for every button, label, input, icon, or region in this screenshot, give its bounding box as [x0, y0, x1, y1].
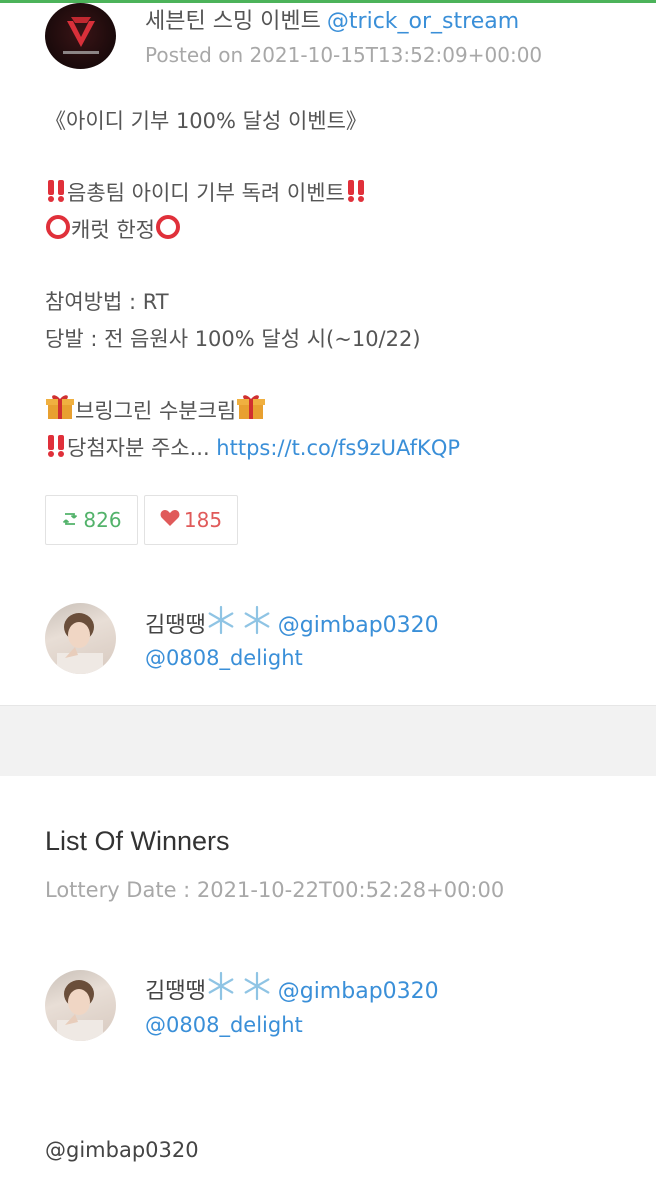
author-name[interactable]: 세븐틴 스밍 이벤트 [145, 9, 321, 34]
participant-name-line: 김땡땡 @gimbap0320 [145, 605, 439, 641]
tweet-line: 참여방법 : RT [45, 290, 169, 314]
tweet-line: 브링그린 수분크림 [45, 393, 635, 430]
winner-avatar[interactable] [45, 970, 116, 1041]
snowflake-icon [242, 605, 272, 641]
author-handle[interactable]: @trick_or_stream [327, 9, 519, 34]
tweet-card: 세븐틴 스밍 이벤트 @trick_or_stream Posted on 202… [0, 3, 656, 706]
like-count: 185 [183, 508, 223, 532]
author-avatar[interactable] [45, 3, 116, 69]
posted-date: Posted on 2021-10-15T13:52:09+00:00 [145, 43, 543, 67]
tweet-line: 《아이디 기부 100% 달성 이벤트》 [45, 109, 367, 133]
snowflake-icon [206, 971, 236, 1007]
tweet-line: 음총팀 아이디 기부 독려 이벤트 [45, 175, 635, 212]
like-count-button[interactable]: 185 [144, 495, 238, 545]
tweet-line-text: 캐럿 한정 [71, 218, 155, 242]
lottery-date: Lottery Date : 2021-10-22T00:52:28+00:00 [45, 878, 505, 902]
tweet-text: 《아이디 기부 100% 달성 이벤트》 음총팀 아이디 기부 독려 이벤트 캐… [45, 103, 635, 467]
tweet-line-text: 당첨자분 주소... [67, 436, 217, 460]
participant-handle-2[interactable]: @0808_delight [145, 646, 303, 670]
section-divider [0, 706, 656, 776]
retweet-icon [61, 508, 79, 532]
participant-avatar[interactable] [45, 603, 116, 674]
gift-icon [45, 393, 75, 433]
retweet-count: 826 [83, 508, 122, 532]
tweet-line: 당발 : 전 음원사 100% 달성 시(~10/22) [45, 327, 421, 351]
tweet-line: 캐럿 한정 [45, 212, 635, 249]
post-author: 세븐틴 스밍 이벤트 @trick_or_stream [145, 3, 519, 35]
tweet-line: 당첨자분 주소... https://t.co/fs9zUAfKQP [45, 430, 635, 467]
gift-icon [236, 393, 266, 433]
heart-icon [160, 508, 180, 532]
participant-name[interactable]: 김땡땡 [145, 613, 206, 638]
tweet-line-text: 브링그린 수분크림 [75, 399, 237, 423]
retweet-count-button[interactable]: 826 [45, 495, 138, 545]
tweet-line-text: 음총팀 아이디 기부 독려 이벤트 [67, 181, 345, 205]
participant-handle[interactable]: @gimbap0320 [278, 613, 439, 638]
footer-handle: @gimbap0320 [45, 1138, 199, 1162]
circle-icon [155, 214, 181, 252]
snowflake-icon [206, 605, 236, 641]
double-exclamation-icon [345, 178, 367, 215]
winner-handle-2[interactable]: @0808_delight [145, 1013, 303, 1037]
winner-handle[interactable]: @gimbap0320 [278, 979, 439, 1004]
circle-icon [45, 214, 71, 252]
snowflake-icon [242, 971, 272, 1007]
double-exclamation-icon [45, 433, 67, 470]
winners-title: List Of Winners [45, 826, 230, 856]
double-exclamation-icon [45, 178, 67, 215]
tweet-link[interactable]: https://t.co/fs9zUAfKQP [216, 436, 460, 460]
winner-name-line: 김땡땡 @gimbap0320 [145, 971, 439, 1007]
winner-name[interactable]: 김땡땡 [145, 979, 206, 1004]
